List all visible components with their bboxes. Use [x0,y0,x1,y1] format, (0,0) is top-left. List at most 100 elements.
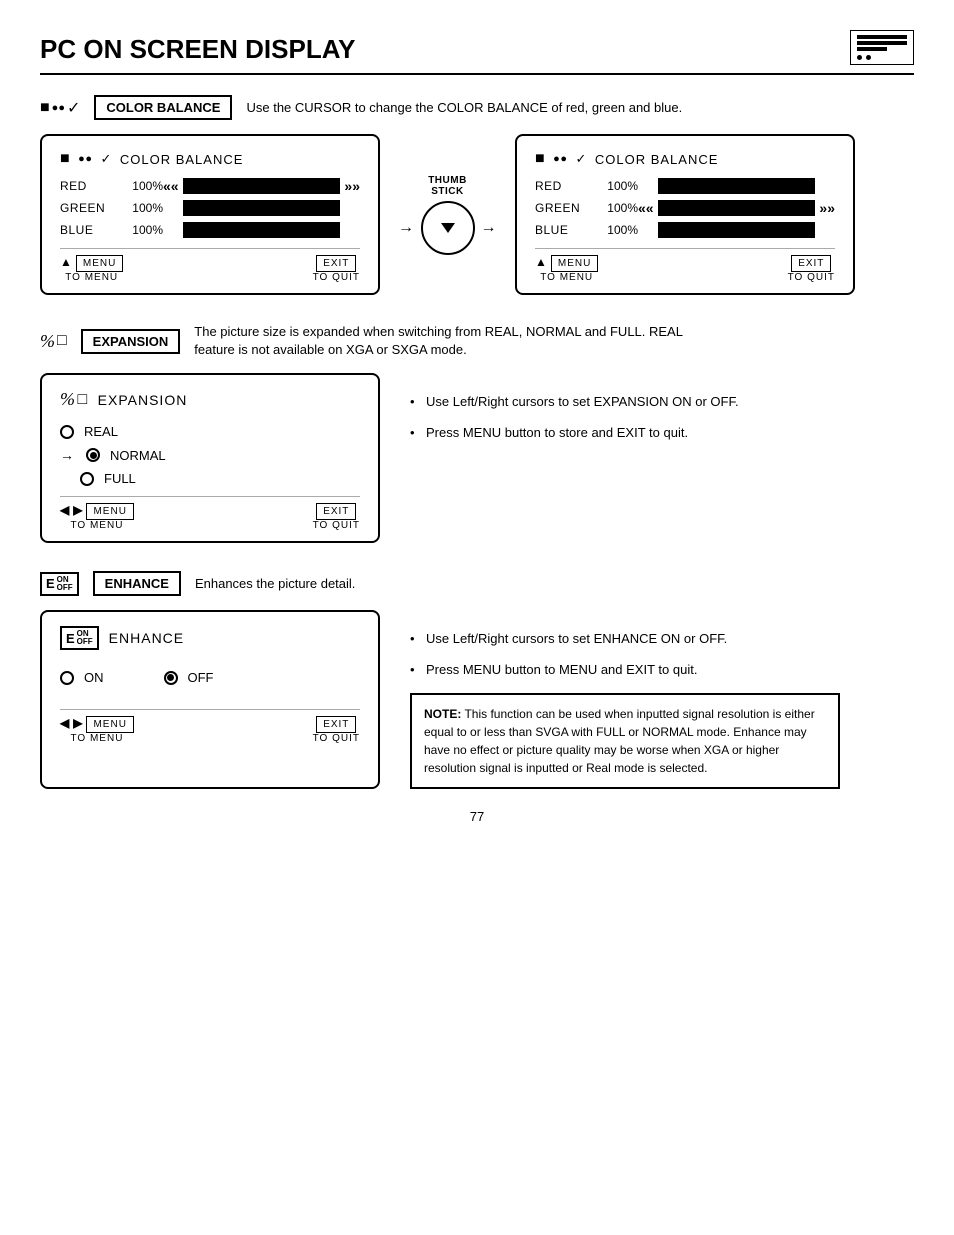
color-balance-panels: ■ ●● ✓ COLOR BALANCE RED 100% «« »» GREE… [40,134,914,295]
enhance-bullet-list: Use Left/Right cursors to set ENHANCE ON… [410,630,840,678]
off-label: OFF [188,670,214,685]
real-option: REAL [60,424,360,439]
note-box: NOTE: This function can be used when inp… [410,693,840,789]
page-title: PC ON SCREEN DISPLAY [40,34,355,65]
enhance-bullet1: Use Left/Right cursors to set ENHANCE ON… [410,630,840,648]
icon-bar1 [857,35,907,39]
full-label: FULL [104,471,136,486]
red-bar-right [658,178,816,194]
enh-menu-btn: MENU [86,716,133,733]
left-arrow-red: «« [163,178,179,194]
right-arrow-red: »» [344,178,360,194]
blue-bar-left [183,222,341,238]
note-label: NOTE: [424,707,461,721]
enh-to-quit: TO QUIT [313,733,360,744]
normal-radio[interactable] [86,448,100,462]
enhance-bullet2: Press MENU button to MENU and EXIT to qu… [410,661,840,679]
off-radio[interactable] [164,671,178,685]
color-balance-left-panel: ■ ●● ✓ COLOR BALANCE RED 100% «« »» GREE… [40,134,380,295]
enhance-desc: Enhances the picture detail. [195,576,355,591]
expansion-content: % □ EXPANSION REAL → NORMAL FULL [40,373,914,543]
on-label: ON [84,670,104,685]
expansion-bullets: Use Left/Right cursors to set EXPANSION … [410,373,739,543]
off-option: OFF [164,670,214,685]
right-green-row: GREEN 100% «« »» [535,200,835,216]
page-number: 77 [40,809,914,824]
left-red-row: RED 100% «« »» [60,178,360,194]
enhance-header: E ON OFF ENHANCE Enhances the picture de… [40,571,914,596]
thumb-arrow [441,223,455,233]
left-to-quit: TO QUIT [313,272,360,283]
expansion-section: % □ EXPANSION The picture size is expand… [40,323,914,543]
expansion-osd-header: % □ EXPANSION [60,389,360,410]
icon-dots [857,55,907,60]
right-to-quit: TO QUIT [788,272,835,283]
enhance-right-col: Use Left/Right cursors to set ENHANCE ON… [410,610,840,788]
thumb-stick: THUMBSTICK → → [398,175,497,255]
expansion-bullet2: Press MENU button to store and EXIT to q… [410,424,739,442]
enhance-icon: E ON OFF [40,572,79,596]
right-panel-title: COLOR BALANCE [595,152,719,167]
enhance-osd-header: E ON OFF ENHANCE [60,626,360,650]
icon-dot2 [866,55,871,60]
enh-exit-btn: EXIT [316,716,356,733]
enh-to-menu: TO MENU [70,733,123,744]
left-menu-btn: MENU [76,255,123,272]
right-menu-bar: ▲ MENU TO MENU EXIT TO QUIT [535,248,835,283]
right-exit-btn: EXIT [791,255,831,272]
left-green-row: GREEN 100% «« »» [60,200,360,216]
exp-to-menu: TO MENU [70,520,123,531]
page-title-bar: PC ON SCREEN DISPLAY [40,30,914,75]
left-arrow-green-r: «« [638,200,654,216]
green-bar-left [183,200,341,216]
note-text: This function can be used when inputted … [424,707,815,775]
enhance-options: ON OFF [60,670,360,693]
enhance-box-title: ENHANCE [109,630,184,646]
expansion-osd-box: % □ EXPANSION REAL → NORMAL FULL [40,373,380,543]
expansion-icon: % □ [40,331,67,352]
color-balance-header: ■ ●● ✓ COLOR BALANCE Use the CURSOR to c… [40,95,914,120]
left-to-menu: TO MENU [65,272,118,283]
expansion-badge: EXPANSION [81,329,181,354]
red-bar [183,178,341,194]
left-panel-title: COLOR BALANCE [120,152,244,167]
right-red-row: RED 100% «« »» [535,178,835,194]
right-blue-row: BLUE 100% «« »» [535,222,835,238]
left-panel-header: ■ ●● ✓ COLOR BALANCE [60,150,360,168]
enhance-section: E ON OFF ENHANCE Enhances the picture de… [40,571,914,788]
icon-dot1 [857,55,862,60]
exp-exit-btn: EXIT [316,503,356,520]
color-balance-desc: Use the CURSOR to change the COLOR BALAN… [246,100,682,115]
real-radio[interactable] [60,425,74,439]
expansion-bullet-list: Use Left/Right cursors to set EXPANSION … [410,393,739,441]
on-option: ON [60,670,104,685]
normal-label: NORMAL [110,448,166,463]
real-label: REAL [84,424,118,439]
thumb-label-text: THUMBSTICK [428,175,467,197]
on-radio[interactable] [60,671,74,685]
exp-menu-btn: MENU [86,503,133,520]
exp-to-quit: TO QUIT [313,520,360,531]
green-bar-right [658,200,816,216]
left-exit-btn: EXIT [316,255,356,272]
normal-option: → NORMAL [60,447,360,463]
expansion-desc: The picture size is expanded when switch… [194,323,714,359]
enhance-menu-bar: ◀ ▶ MENU TO MENU EXIT TO QUIT [60,709,360,744]
expansion-box-title: EXPANSION [98,392,188,408]
enhance-osd-box: E ON OFF ENHANCE ON [40,610,380,788]
left-blue-row: BLUE 100% «« »» [60,222,360,238]
enhance-content: E ON OFF ENHANCE ON [40,610,914,788]
icon-bar2 [857,41,907,45]
color-balance-icon: ■ ●● ✓ [40,98,80,118]
icon-bar3 [857,47,887,51]
right-menu-btn: MENU [551,255,598,272]
color-balance-right-panel: ■ ●● ✓ COLOR BALANCE RED 100% «« »» GREE… [515,134,855,295]
blue-bar-right [658,222,816,238]
expansion-header: % □ EXPANSION The picture size is expand… [40,323,914,359]
thumb-circle [421,201,475,255]
full-radio[interactable] [80,472,94,486]
normal-arrow: → [60,447,74,463]
color-balance-badge: COLOR BALANCE [94,95,232,120]
enhance-badge: ENHANCE [93,571,181,596]
right-panel-header: ■ ●● ✓ COLOR BALANCE [535,150,835,168]
